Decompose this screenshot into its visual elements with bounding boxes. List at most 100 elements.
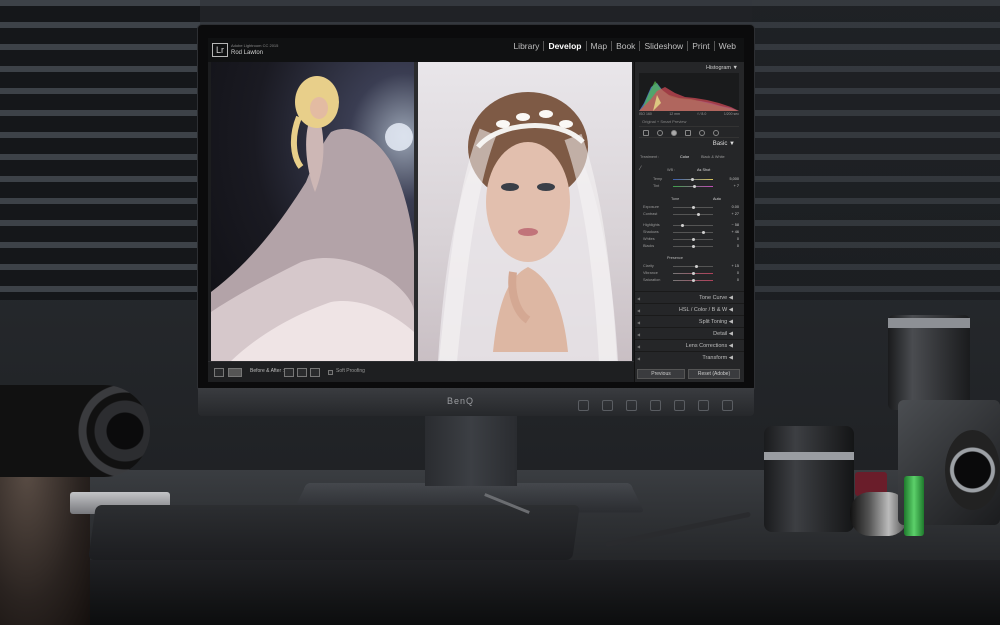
highlights-label: Highlights (643, 223, 660, 227)
after-photo-illustration (438, 92, 618, 361)
highlights-value[interactable]: − 58 (715, 223, 740, 227)
section-split-toning[interactable]: ◀ Split Toning ◀ (635, 315, 744, 327)
monitor-button[interactable] (698, 400, 709, 411)
treatment-bw[interactable]: Black & White (701, 155, 725, 159)
previous-button[interactable]: Previous (637, 369, 685, 379)
before-image[interactable] (211, 62, 414, 361)
expand-arrow-icon: ◀ (637, 308, 641, 313)
whites-slider-knob[interactable] (692, 238, 695, 241)
clarity-value[interactable]: + 15 (715, 264, 740, 268)
monitor-button[interactable] (650, 400, 661, 411)
saturation-slider-knob[interactable] (692, 279, 695, 282)
adjustment-brush-icon[interactable] (713, 130, 719, 136)
iso-value: ISO 160 (639, 112, 652, 116)
highlights-slider-knob[interactable] (681, 224, 684, 227)
camera-lens-right (888, 315, 970, 410)
section-transform[interactable]: ◀ Transform ◀ (635, 351, 744, 363)
section-split-toning-label: Split Toning ◀ (698, 319, 733, 325)
before-after-view-icon[interactable] (228, 368, 242, 377)
saturation-label: Saturation (643, 278, 661, 282)
wb-label: WB : (667, 168, 676, 172)
graduated-filter-icon[interactable] (685, 130, 691, 136)
vibrance-value[interactable]: 0 (715, 271, 739, 275)
treatment-color[interactable]: Color (680, 155, 689, 159)
section-lens-corrections[interactable]: ◀ Lens Corrections ◀ (635, 339, 744, 351)
camera-lens-front (945, 430, 1000, 510)
whites-value[interactable]: 0 (715, 237, 739, 241)
copy-after-icon[interactable] (297, 368, 307, 377)
blacks-value[interactable]: 0 (715, 244, 739, 248)
vibrance-label: Vibrance (643, 271, 658, 275)
soft-proofing-checkbox[interactable] (328, 370, 333, 375)
saturation-value[interactable]: 0 (715, 278, 739, 282)
shadows-slider-knob[interactable] (702, 231, 705, 234)
window-blinds-top (200, 0, 752, 26)
temp-label: Temp (653, 177, 663, 181)
module-print[interactable]: Print (688, 41, 715, 51)
temp-value[interactable]: 5,000 (715, 177, 739, 181)
wb-eyedropper-icon[interactable]: ⁄ (640, 166, 641, 172)
blacks-label: Blacks (643, 244, 655, 248)
loupe-view-icon[interactable] (214, 368, 224, 377)
section-detail[interactable]: ◀ Detail ◀ (635, 327, 744, 339)
module-map[interactable]: Map (587, 41, 613, 51)
clarity-slider-knob[interactable] (695, 265, 698, 268)
histogram-graph (639, 81, 739, 111)
blacks-slider-knob[interactable] (692, 245, 695, 248)
module-develop[interactable]: Develop (544, 41, 587, 51)
section-tone-curve[interactable]: ◀ Tone Curve ◀ (635, 291, 744, 303)
contrast-slider-knob[interactable] (697, 213, 700, 216)
shadows-value[interactable]: + 46 (715, 230, 740, 234)
monitor-power-button[interactable] (722, 400, 733, 411)
wb-preset-select[interactable]: As Shot (697, 168, 710, 172)
tint-value[interactable]: + 7 (715, 184, 739, 188)
auto-tone-button[interactable]: Auto (713, 197, 721, 201)
monitor-button[interactable] (626, 400, 637, 411)
expand-arrow-icon: ◀ (637, 296, 641, 301)
copy-before-icon[interactable] (284, 368, 294, 377)
section-tone-curve-label: Tone Curve ◀ (699, 295, 733, 301)
monitor-button[interactable] (578, 400, 589, 411)
highlights-slider[interactable] (673, 225, 713, 226)
monitor-brand-logo: BenQ (447, 396, 475, 406)
monitor-button[interactable] (674, 400, 685, 411)
radial-filter-icon[interactable] (699, 130, 705, 136)
module-slideshow[interactable]: Slideshow (640, 41, 689, 51)
expand-arrow-icon: ◀ (637, 332, 641, 337)
vibrance-slider-knob[interactable] (692, 272, 695, 275)
module-web[interactable]: Web (715, 41, 740, 51)
swap-before-after-icon[interactable] (310, 368, 320, 377)
exposure-label: Exposure (643, 205, 660, 209)
desk-edge (0, 560, 1000, 625)
contrast-slider[interactable] (673, 214, 713, 215)
presence-label: Presence (667, 256, 684, 260)
module-book[interactable]: Book (612, 41, 641, 51)
basic-panel-title[interactable]: Basic ▼ (713, 141, 735, 147)
crop-icon[interactable] (643, 130, 649, 136)
develop-right-panel: Histogram ▼ ISO 160 12 mm f / 8.0 1/200 … (634, 62, 744, 382)
shadows-slider[interactable] (673, 232, 713, 233)
contrast-value[interactable]: + 27 (715, 212, 740, 216)
exposure-value[interactable]: 0.00 (715, 205, 739, 209)
scene: BenQ Lr Adobe Lightroom CC 2015 Rod Lawt… (0, 0, 1000, 625)
red-eye-icon[interactable] (671, 130, 677, 136)
histogram-title[interactable]: Histogram ▼ (706, 65, 738, 71)
graphics-tablet (88, 505, 580, 560)
clarity-slider[interactable] (673, 266, 713, 267)
section-hsl[interactable]: ◀ HSL / Color / B & W ◀ (635, 303, 744, 315)
module-library[interactable]: Library (509, 41, 545, 51)
section-hsl-label: HSL / Color / B & W ◀ (678, 307, 733, 313)
after-image[interactable] (418, 62, 632, 361)
spot-removal-icon[interactable] (657, 130, 663, 136)
temp-slider-knob[interactable] (691, 178, 694, 181)
lightroom-screen: Lr Adobe Lightroom CC 2015 Rod Lawton Li… (208, 38, 744, 382)
reset-button[interactable]: Reset (Adobe) (688, 369, 740, 379)
expand-arrow-icon: ◀ (637, 356, 641, 361)
lightroom-logo: Lr (212, 43, 228, 57)
clarity-label: Clarity (643, 264, 654, 268)
exposure-slider-knob[interactable] (692, 206, 695, 209)
before-photo-illustration (211, 76, 414, 361)
tint-slider-knob[interactable] (693, 185, 696, 188)
monitor-button[interactable] (602, 400, 613, 411)
before-after-label: Before & After : (250, 368, 284, 374)
